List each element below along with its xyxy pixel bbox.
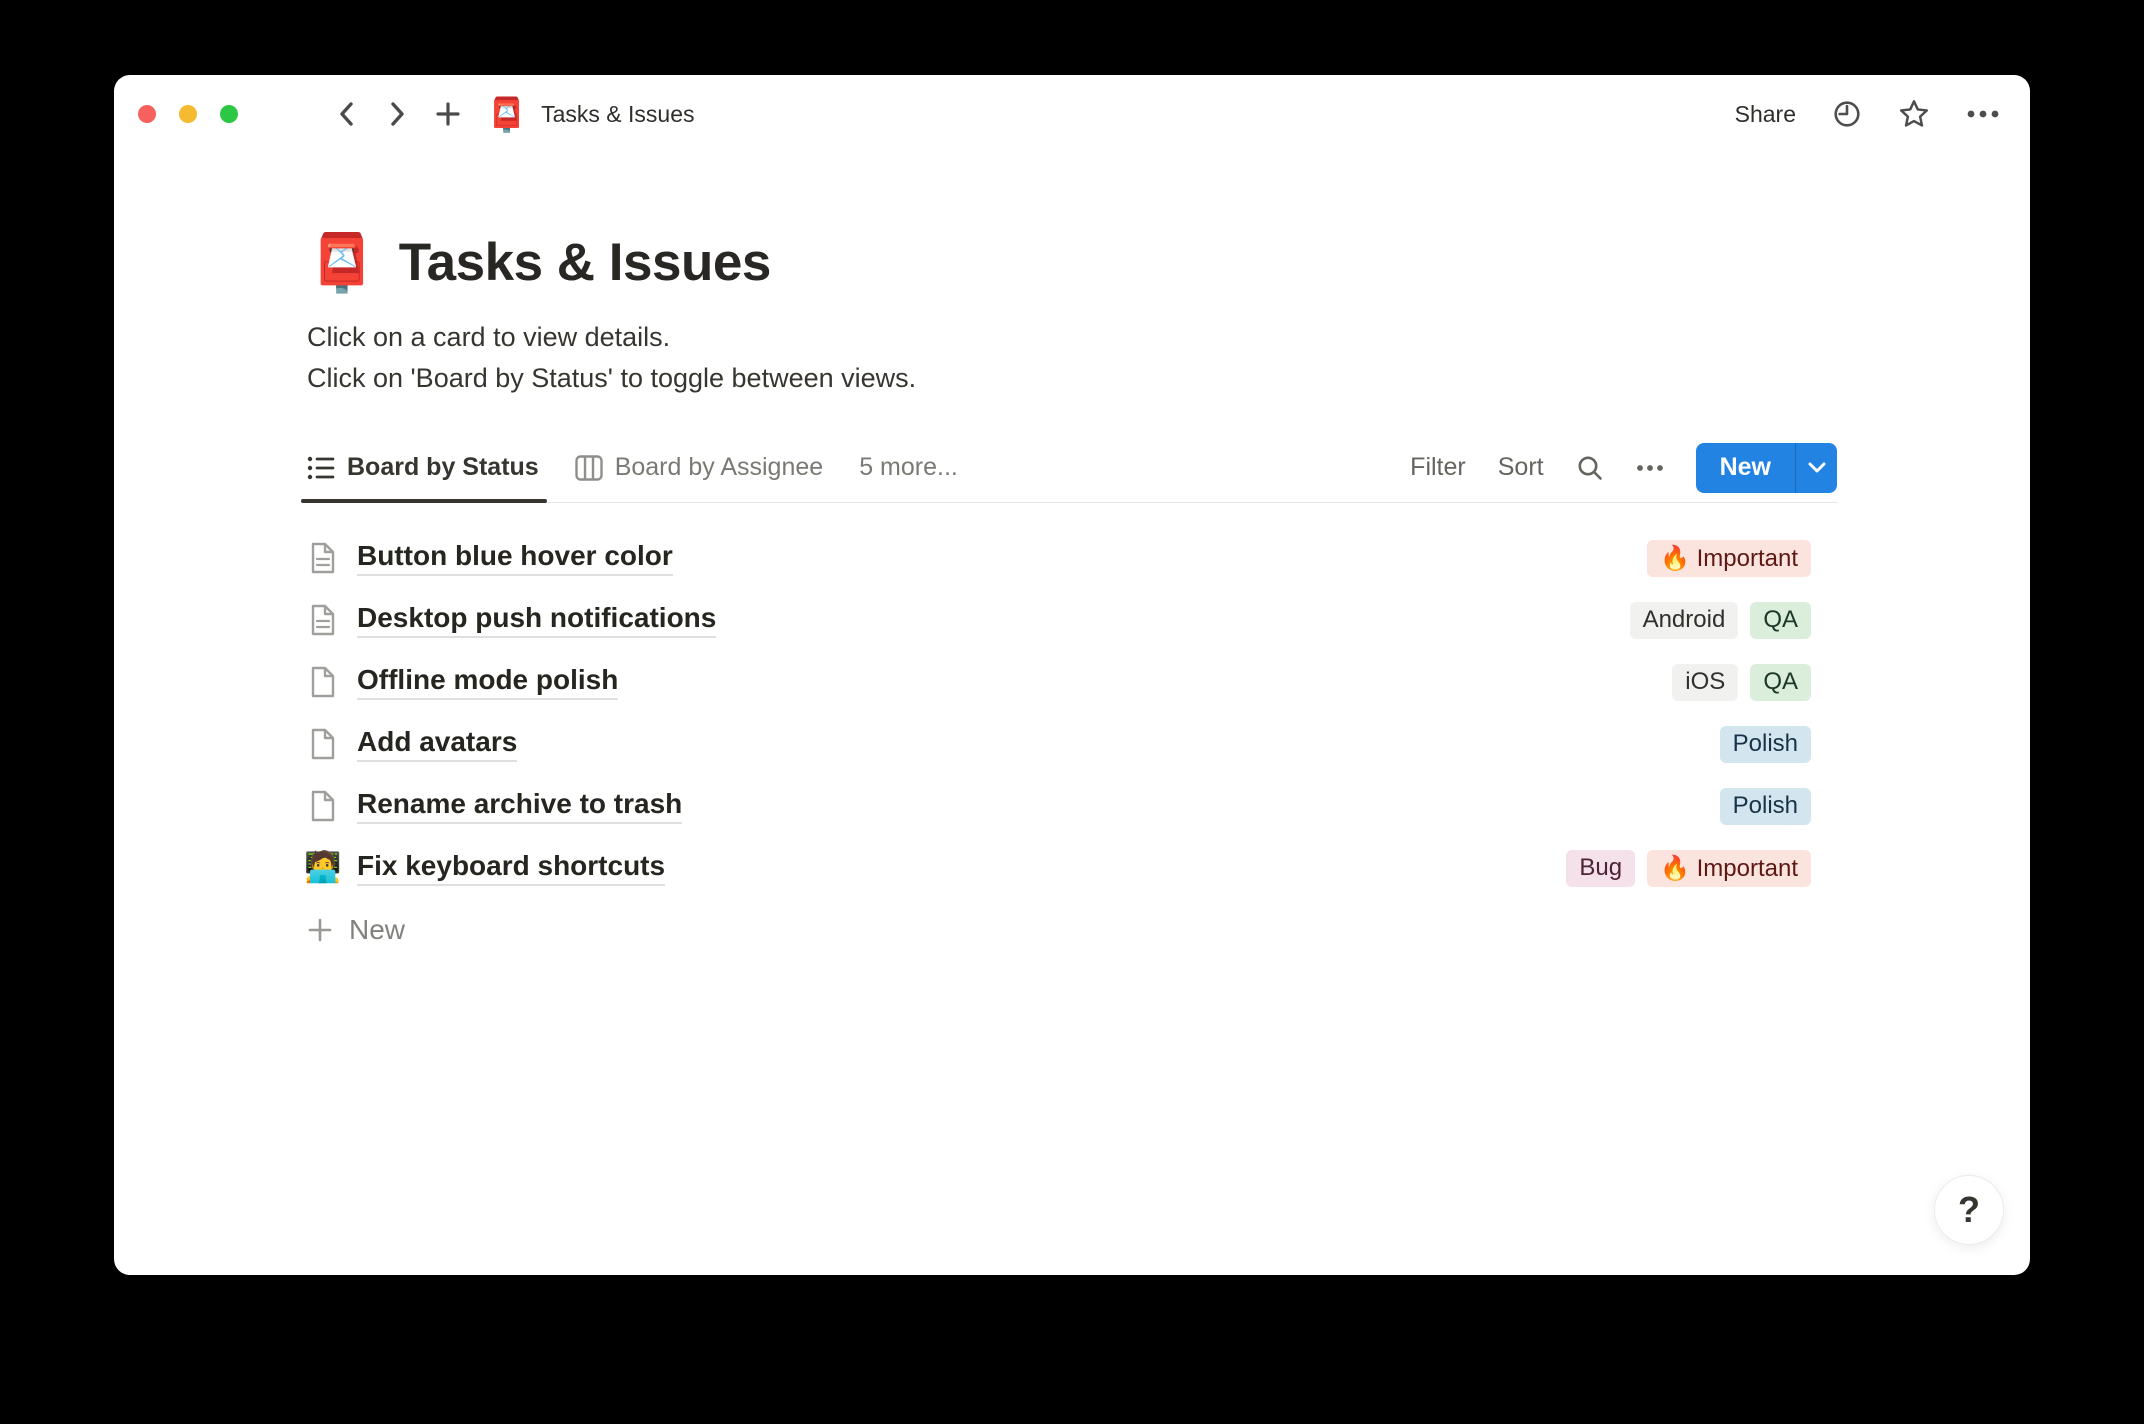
updates-clock-icon[interactable] [1832,99,1862,129]
task-row[interactable]: Button blue hover color 🔥 Important [307,527,1837,589]
page-emoji: 📮 [307,231,377,294]
new-button-label[interactable]: New [1696,443,1795,493]
description-line: Click on a card to view details. [307,322,671,352]
page-title: Tasks & Issues [398,233,772,292]
sort-button[interactable]: Sort [1498,453,1544,482]
tag-gray: iOS [1672,663,1739,701]
task-title[interactable]: Button blue hover color [357,540,673,576]
task-title[interactable]: Desktop push notifications [357,602,717,638]
task-row[interactable]: 🧑‍💻 Fix keyboard shortcuts Bug 🔥 Important [304,837,1837,899]
view-options-icon[interactable] [1636,464,1664,472]
tag-red: 🔥 Important [1647,539,1811,577]
close-window-button[interactable] [138,105,156,123]
notion-app-window: 📮 Tasks & Issues Share 📮 Tasks & Issues … [114,75,2030,1275]
task-tags: Android QA [1629,601,1837,639]
filter-button[interactable]: Filter [1410,453,1466,482]
tag-green: QA [1750,601,1811,639]
task-tags: Bug 🔥 Important [1566,849,1837,887]
page-header: 📮 Tasks & Issues [307,229,1837,297]
window-titlebar: 📮 Tasks & Issues Share [114,75,2030,153]
task-title[interactable]: Rename archive to trash [357,788,683,824]
task-title[interactable]: Fix keyboard shortcuts [357,850,666,886]
task-row[interactable]: Add avatars Polish [307,713,1837,775]
traffic-lights [138,105,238,123]
task-tags: 🔥 Important [1647,539,1837,577]
more-views-link[interactable]: 5 more... [859,453,958,482]
tab-page-title: Tasks & Issues [541,100,695,127]
page-description: Click on a card to view details. Click o… [307,317,1837,399]
zoom-window-button[interactable] [220,105,238,123]
add-new-row-label: New [349,914,406,945]
new-button[interactable]: New [1695,442,1837,493]
task-row[interactable]: Desktop push notifications Android QA [307,589,1837,651]
technologist-emoji: 🧑‍💻 [304,851,342,884]
view-tab-board-by-assignee[interactable]: Board by Assignee [575,433,823,502]
tag-green: QA [1750,663,1811,701]
task-tags: iOS QA [1672,663,1837,701]
minimize-window-button[interactable] [179,105,197,123]
tag-pink: Bug [1566,849,1636,887]
page-icon [307,790,339,822]
tag-blue: Polish [1719,725,1811,763]
view-tab-bar: Board by Status Board by Assignee 5 more.… [301,433,1837,503]
task-title[interactable]: Offline mode polish [357,664,619,700]
favorite-star-icon[interactable] [1898,99,1930,129]
forward-icon[interactable] [384,100,410,128]
sidebar-menu-icon[interactable] [272,101,312,127]
tag-blue: Polish [1719,787,1811,825]
board-view-icon [575,454,603,481]
more-options-icon[interactable] [1966,109,2000,119]
task-row[interactable]: Rename archive to trash Polish [307,775,1837,837]
tab-page-emoji: 📮 [486,95,528,133]
tag-gray: Android [1629,601,1739,639]
share-button[interactable]: Share [1735,101,1796,128]
task-row[interactable]: Offline mode polish iOS QA [307,651,1837,713]
search-icon[interactable] [1576,454,1604,482]
help-button[interactable]: ? [1934,1175,2004,1245]
view-tab-label: Board by Assignee [614,453,824,481]
task-tags: Polish [1719,725,1837,763]
new-button-chevron-down-icon[interactable] [1795,442,1837,493]
page-text-icon [307,542,339,574]
task-tags: Polish [1719,787,1837,825]
description-line: Click on 'Board by Status' to toggle bet… [307,363,917,393]
view-tab-board-by-status[interactable]: Board by Status [301,433,547,503]
page-icon [307,728,339,760]
back-icon[interactable] [334,100,360,128]
task-list: Button blue hover color 🔥 Important Deskto… [304,527,1837,899]
list-view-icon [307,455,335,481]
new-tab-plus-icon[interactable] [434,100,462,128]
help-button-label: ? [1958,1189,1980,1230]
tag-red: 🔥 Important [1647,849,1811,887]
page-icon [307,666,339,698]
view-tab-label: Board by Status [347,453,539,481]
add-new-row-button[interactable]: New [307,899,1837,961]
page-text-icon [307,604,339,636]
task-title[interactable]: Add avatars [357,726,518,762]
